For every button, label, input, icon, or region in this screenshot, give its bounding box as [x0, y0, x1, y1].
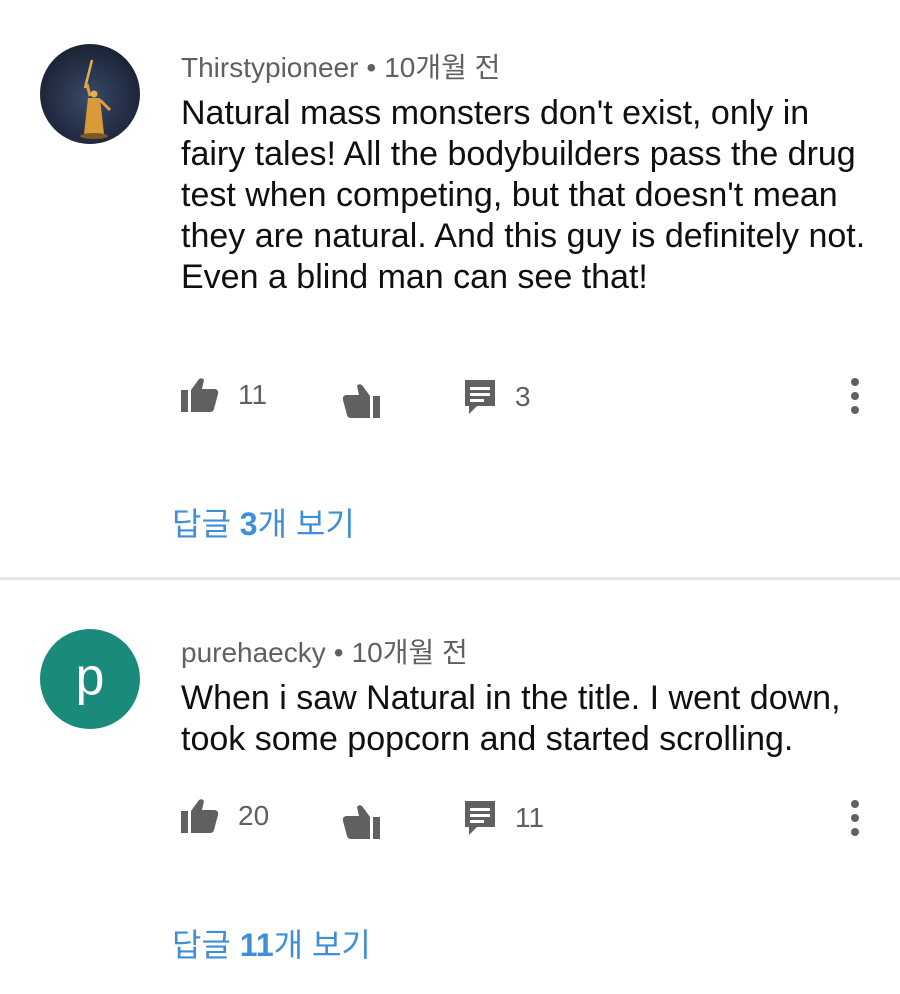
view-replies-prefix: 답글 — [172, 927, 240, 963]
view-replies-count: 11 — [239, 927, 274, 963]
statue-avatar-icon — [40, 44, 140, 144]
more-options-button[interactable] — [838, 376, 872, 420]
view-replies-link[interactable]: 답글 3개 보기 — [172, 499, 355, 545]
reply-count: 3 — [515, 381, 531, 412]
separator-dot: • — [333, 637, 344, 668]
comment-text: When i saw Natural in the title. I went … — [181, 679, 841, 758]
thumbs-up-icon — [181, 378, 219, 412]
comment: Thirstypioneer • 10개월 전 Natural mass monst… — [0, 0, 900, 577]
thumbs-up-icon — [181, 799, 219, 833]
more-vert-icon — [851, 800, 859, 836]
comment-meta: purehaecky • 10개월 전 — [181, 631, 468, 671]
comment: p purehaecky • 10개월 전 When i saw Natural i… — [0, 580, 900, 994]
view-replies-suffix: 개 보기 — [273, 927, 371, 963]
view-replies-prefix: 답글 — [172, 506, 240, 542]
avatar[interactable]: p — [40, 629, 140, 729]
thumbs-down-icon — [342, 805, 380, 839]
more-options-button[interactable] — [838, 798, 872, 842]
like-button[interactable]: 20 — [180, 796, 269, 836]
avatar-letter: p — [75, 648, 105, 706]
comment-meta: Thirstypioneer • 10개월 전 — [181, 46, 500, 86]
author-name[interactable]: purehaecky — [181, 637, 326, 668]
timestamp: 10개월 전 — [351, 637, 468, 668]
like-count: 20 — [238, 800, 270, 831]
dislike-button[interactable] — [341, 802, 381, 842]
view-replies-count: 3 — [239, 506, 258, 542]
like-button[interactable]: 11 — [180, 375, 267, 415]
timestamp: 10개월 전 — [384, 52, 501, 83]
reply-button[interactable]: 11 — [463, 798, 544, 838]
view-replies-suffix: 개 보기 — [257, 506, 355, 542]
thumbs-down-icon — [342, 384, 380, 418]
comment-text: Natural mass monsters don't exist, only … — [181, 94, 866, 296]
comment-icon — [465, 801, 495, 835]
dislike-button[interactable] — [341, 381, 381, 421]
view-replies-link[interactable]: 답글 11개 보기 — [172, 920, 371, 966]
more-vert-icon — [851, 378, 859, 414]
author-name[interactable]: Thirstypioneer — [181, 52, 358, 83]
separator-dot: • — [366, 52, 377, 83]
avatar[interactable] — [40, 44, 140, 144]
reply-button[interactable]: 3 — [463, 377, 531, 417]
comment-icon — [465, 380, 495, 414]
like-count: 11 — [238, 379, 268, 410]
reply-count: 11 — [515, 802, 545, 833]
